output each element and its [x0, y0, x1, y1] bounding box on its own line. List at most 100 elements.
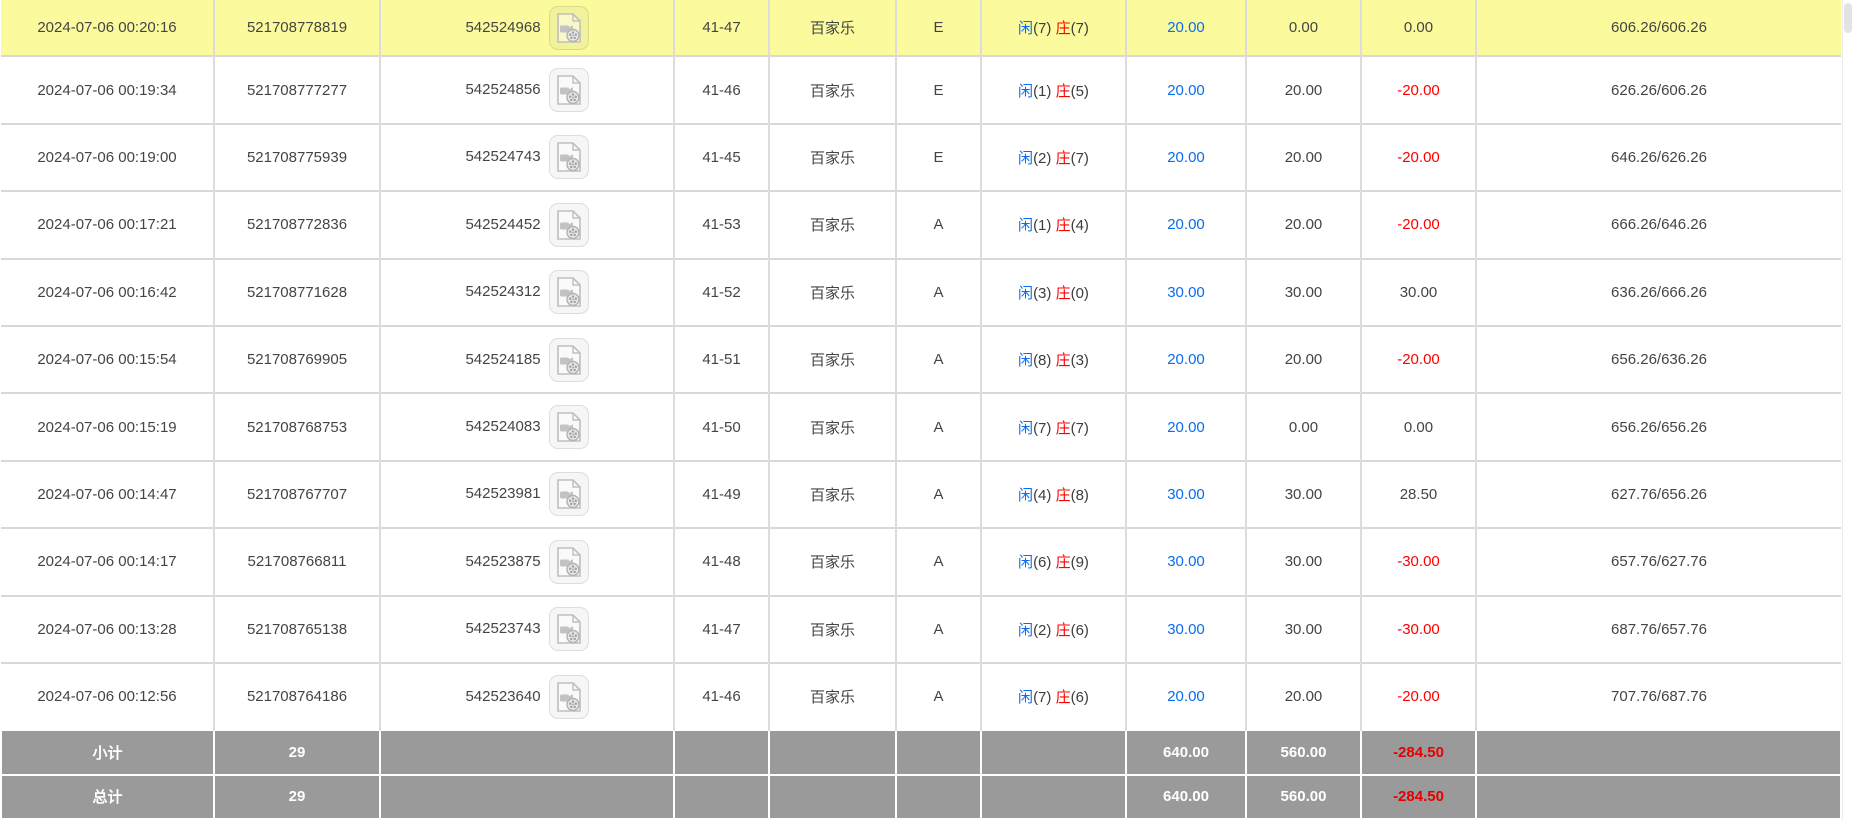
banker-label: 庄	[1056, 150, 1071, 167]
win-loss-cell: -20.00	[1361, 326, 1476, 393]
round-cell: 41-47	[674, 596, 769, 663]
video-replay-button[interactable]	[549, 203, 589, 247]
bet-id-cell: 521708771628	[214, 259, 380, 326]
game-id-value: 542524856	[465, 81, 540, 98]
win-loss-cell: -20.00	[1361, 191, 1476, 258]
bet-amount-cell: 20.00	[1126, 124, 1246, 191]
summary-label-cell: 小计	[1, 730, 214, 774]
mode-cell: A	[896, 191, 981, 258]
valid-amount-cell: 30.00	[1246, 461, 1361, 528]
summary-valid-total-cell: 560.00	[1246, 730, 1361, 774]
video-replay-button[interactable]	[549, 472, 589, 516]
video-file-icon	[556, 345, 582, 375]
video-replay-button[interactable]	[549, 338, 589, 382]
vertical-scrollbar[interactable]	[1842, 0, 1852, 820]
video-replay-button[interactable]	[549, 540, 589, 584]
table-row[interactable]: 2024-07-06 00:20:16521708778819 542524968…	[1, 0, 1841, 56]
table-row[interactable]: 2024-07-06 00:14:47521708767707542523981…	[1, 461, 1841, 528]
table-row[interactable]: 2024-07-06 00:12:56521708764186 542523640…	[1, 663, 1841, 730]
game-id-cell: 542524452	[380, 191, 674, 258]
balance-cell: 626.26/606.26	[1476, 56, 1841, 123]
time-cell: 2024-07-06 00:14:47	[1, 461, 214, 528]
result-cell: 闲(4) 庄(8)	[981, 461, 1126, 528]
valid-amount-cell: 30.00	[1246, 596, 1361, 663]
table-row[interactable]: 2024-07-06 00:14:17521708766811542523875…	[1, 528, 1841, 595]
mode-cell: A	[896, 393, 981, 460]
scrollbar-thumb[interactable]	[1844, 3, 1852, 33]
video-replay-button[interactable]	[549, 675, 589, 719]
video-replay-button[interactable]	[549, 6, 589, 50]
video-replay-button[interactable]	[549, 135, 589, 179]
summary-bet-total-cell: 640.00	[1126, 730, 1246, 774]
game-id-value: 542524968	[465, 19, 540, 36]
time-cell: 2024-07-06 00:12:56	[1, 663, 214, 730]
game-id-cell: 542523875	[380, 528, 674, 595]
bet-amount-cell: 20.00	[1126, 56, 1246, 123]
win-loss-cell: 0.00	[1361, 0, 1476, 56]
table-row[interactable]: 2024-07-06 00:19:34521708777277542524856…	[1, 56, 1841, 123]
round-cell: 41-50	[674, 393, 769, 460]
bet-amount-cell: 30.00	[1126, 596, 1246, 663]
player-label: 闲	[1018, 352, 1033, 369]
table-row[interactable]: 2024-07-06 00:15:19521708768753542524083…	[1, 393, 1841, 460]
mode-cell: A	[896, 596, 981, 663]
valid-amount-cell: 30.00	[1246, 259, 1361, 326]
result-cell: 闲(2) 庄(7)	[981, 124, 1126, 191]
balance-cell: 687.76/657.76	[1476, 596, 1841, 663]
valid-amount-cell: 0.00	[1246, 393, 1361, 460]
balance-cell: 646.26/626.26	[1476, 124, 1841, 191]
game-id-value: 542523981	[465, 485, 540, 502]
round-cell: 41-46	[674, 56, 769, 123]
table-row[interactable]: 2024-07-06 00:19:00521708775939542524743…	[1, 124, 1841, 191]
video-replay-button[interactable]	[549, 607, 589, 651]
time-cell: 2024-07-06 00:14:17	[1, 528, 214, 595]
round-cell: 41-49	[674, 461, 769, 528]
subtotal-row: 小计29640.00560.00-284.50	[1, 730, 1841, 774]
video-replay-button[interactable]	[549, 68, 589, 112]
balance-cell: 666.26/646.26	[1476, 191, 1841, 258]
win-loss-cell: -30.00	[1361, 528, 1476, 595]
bet-id-cell: 521708778819	[214, 0, 380, 56]
time-cell: 2024-07-06 00:17:21	[1, 191, 214, 258]
video-file-icon	[556, 142, 582, 172]
round-cell: 41-46	[674, 663, 769, 730]
game-id-cell: 542523981	[380, 461, 674, 528]
video-replay-button[interactable]	[549, 270, 589, 314]
bet-id-cell: 521708775939	[214, 124, 380, 191]
game-id-value: 542523640	[465, 688, 540, 705]
time-cell: 2024-07-06 00:20:16	[1, 0, 214, 56]
player-label: 闲	[1018, 285, 1033, 302]
bet-amount-cell: 30.00	[1126, 528, 1246, 595]
player-label: 闲	[1018, 487, 1033, 504]
win-loss-cell: -30.00	[1361, 596, 1476, 663]
valid-amount-cell: 20.00	[1246, 663, 1361, 730]
mode-cell: A	[896, 663, 981, 730]
table-row[interactable]: 2024-07-06 00:16:42521708771628542524312…	[1, 259, 1841, 326]
game-id-cell: 542524743	[380, 124, 674, 191]
valid-amount-cell: 20.00	[1246, 56, 1361, 123]
player-label: 闲	[1018, 150, 1033, 167]
banker-label: 庄	[1056, 83, 1071, 100]
table-row[interactable]: 2024-07-06 00:15:54521708769905542524185…	[1, 326, 1841, 393]
bet-amount-cell: 20.00	[1126, 191, 1246, 258]
summary-win-loss-cell: -284.50	[1361, 775, 1476, 819]
game-id-cell: 542524083	[380, 393, 674, 460]
balance-cell: 657.76/627.76	[1476, 528, 1841, 595]
game-id-cell: 542524856	[380, 56, 674, 123]
time-cell: 2024-07-06 00:15:19	[1, 393, 214, 460]
time-cell: 2024-07-06 00:16:42	[1, 259, 214, 326]
video-file-icon	[556, 277, 582, 307]
bet-id-cell: 521708765138	[214, 596, 380, 663]
time-cell: 2024-07-06 00:15:54	[1, 326, 214, 393]
valid-amount-cell: 30.00	[1246, 528, 1361, 595]
result-cell: 闲(7) 庄(7)	[981, 393, 1126, 460]
table-row[interactable]: 2024-07-06 00:17:21521708772836542524452…	[1, 191, 1841, 258]
table-row[interactable]: 2024-07-06 00:13:28521708765138542523743…	[1, 596, 1841, 663]
video-file-icon	[556, 210, 582, 240]
valid-amount-cell: 20.00	[1246, 191, 1361, 258]
time-cell: 2024-07-06 00:19:34	[1, 56, 214, 123]
video-replay-button[interactable]	[549, 405, 589, 449]
win-loss-cell: -20.00	[1361, 663, 1476, 730]
win-loss-cell: -20.00	[1361, 124, 1476, 191]
bet-id-cell: 521708764186	[214, 663, 380, 730]
